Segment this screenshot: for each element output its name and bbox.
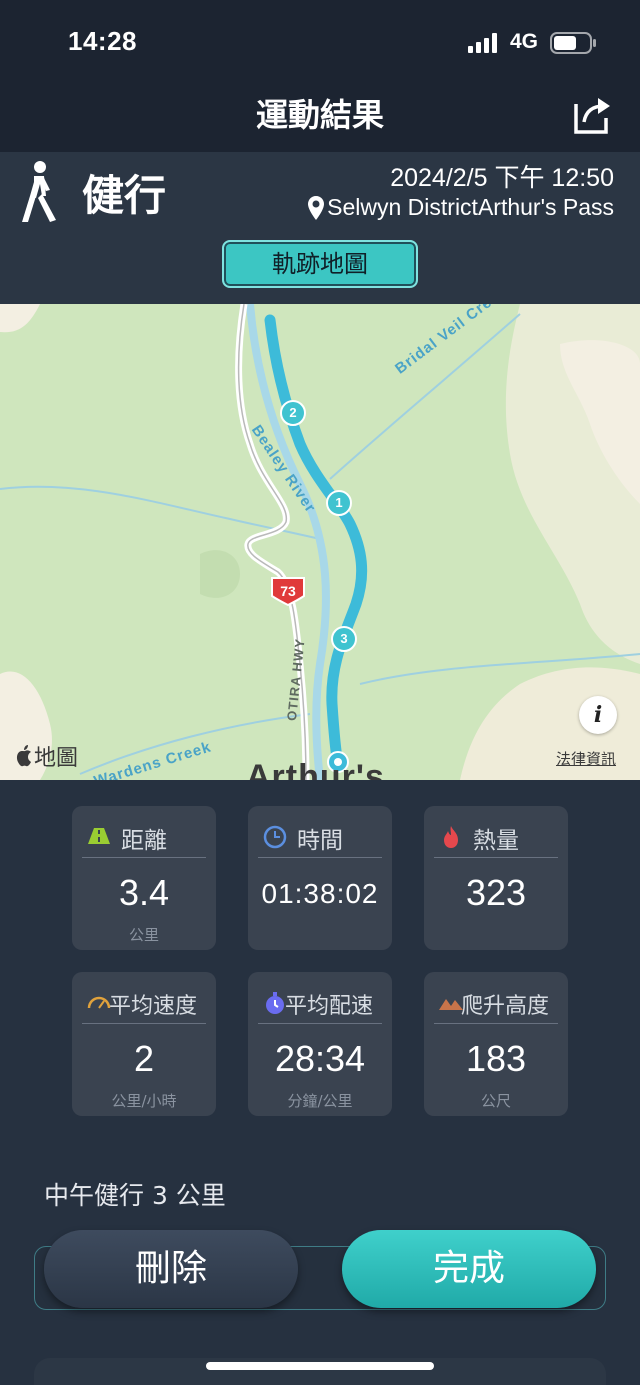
home-indicator[interactable] bbox=[206, 1362, 434, 1370]
stat-value: 3.4 bbox=[118, 872, 170, 913]
activity-date: 2024/2/5 下午 12:50 bbox=[390, 164, 614, 192]
stat-value: 01:38:02 bbox=[261, 878, 379, 909]
navigation-bar: 運動結果 bbox=[0, 88, 640, 152]
route-marker[interactable]: 3 bbox=[331, 626, 357, 652]
clock-icon bbox=[263, 825, 287, 849]
stat-label: 平均速度 bbox=[108, 993, 197, 1019]
stat-header: 平均速度 bbox=[82, 984, 206, 1024]
done-button[interactable]: 完成 bbox=[342, 1230, 596, 1308]
delete-button[interactable]: 刪除 bbox=[44, 1230, 298, 1308]
map-info-button[interactable]: i bbox=[579, 696, 617, 734]
status-time: 14:28 bbox=[68, 26, 137, 56]
stat-unit: 公里 bbox=[128, 926, 159, 944]
network-type: 4G bbox=[510, 30, 539, 53]
route-marker[interactable]: 2 bbox=[280, 400, 306, 426]
activity-type: 健行 bbox=[82, 171, 167, 220]
apple-logo-icon bbox=[16, 745, 31, 767]
maps-logo: 地圖 bbox=[16, 740, 78, 772]
flame-icon bbox=[444, 826, 458, 848]
map-place-label: Arthur's bbox=[246, 758, 385, 780]
battery-icon bbox=[550, 32, 596, 54]
stat-value: 28:34 bbox=[274, 1038, 366, 1079]
speedometer-icon bbox=[87, 996, 111, 1009]
stat-label: 距離 bbox=[121, 827, 167, 854]
route-marker[interactable]: 1 bbox=[326, 490, 352, 516]
activity-header: 健行 2024/2/5 下午 12:50 Selwyn DistrictArth… bbox=[0, 152, 640, 304]
activity-name[interactable]: 中午健行 3 公里 bbox=[44, 1176, 226, 1212]
stat-card-distance: 距離 3.4 公里 bbox=[72, 806, 216, 950]
stat-unit: 分鐘/公里 bbox=[287, 1092, 353, 1110]
stat-card-calories: 熱量 323 bbox=[424, 806, 568, 950]
stat-card-elevation-gain: 爬升高度 183 公尺 bbox=[424, 972, 568, 1116]
stat-label: 熱量 bbox=[473, 827, 519, 854]
stat-header: 爬升高度 bbox=[434, 984, 558, 1024]
stat-header: 距離 bbox=[82, 818, 206, 858]
stat-header: 平均配速 bbox=[258, 984, 382, 1024]
legal-link[interactable]: 法律資訊 bbox=[556, 748, 616, 769]
highway-number: 73 bbox=[280, 583, 296, 599]
stat-value: 323 bbox=[465, 872, 527, 913]
track-map[interactable]: Bridal Veil Creek Bealey River OTIRA HWY… bbox=[0, 304, 640, 780]
signal-icon bbox=[468, 33, 497, 53]
stopwatch-icon bbox=[266, 992, 284, 1014]
mountain-icon bbox=[439, 999, 463, 1010]
road-icon bbox=[88, 828, 110, 844]
stat-unit: 公里/小時 bbox=[111, 1092, 177, 1110]
walker-icon bbox=[22, 161, 56, 222]
stat-label: 平均配速 bbox=[284, 993, 373, 1019]
stat-header: 熱量 bbox=[434, 818, 558, 858]
stat-value: 2 bbox=[133, 1038, 155, 1079]
stat-unit: 公尺 bbox=[480, 1092, 511, 1110]
location-pin-icon bbox=[308, 195, 325, 220]
stat-card-average-pace: 平均配速 28:34 分鐘/公里 bbox=[248, 972, 392, 1116]
highway-shield-icon: 73 bbox=[271, 577, 305, 606]
maps-logo-text: 地圖 bbox=[34, 746, 79, 771]
tab-track-map[interactable]: 軌跡地圖 bbox=[222, 240, 418, 288]
location-text: Selwyn DistrictArthur's Pass bbox=[327, 194, 614, 220]
stat-label: 時間 bbox=[297, 827, 343, 854]
stat-value: 183 bbox=[465, 1038, 527, 1079]
share-icon[interactable] bbox=[570, 92, 614, 136]
stat-card-average-speed: 平均速度 2 公里/小時 bbox=[72, 972, 216, 1116]
page-title: 運動結果 bbox=[255, 96, 384, 134]
map-canvas bbox=[0, 304, 640, 780]
activity-location: Selwyn DistrictArthur's Pass bbox=[307, 194, 614, 221]
stat-card-time: 時間 01:38:02 bbox=[248, 806, 392, 950]
stat-label: 爬升高度 bbox=[460, 993, 549, 1019]
status-bar: 14:28 4G bbox=[0, 0, 640, 88]
stat-header: 時間 bbox=[258, 818, 382, 858]
